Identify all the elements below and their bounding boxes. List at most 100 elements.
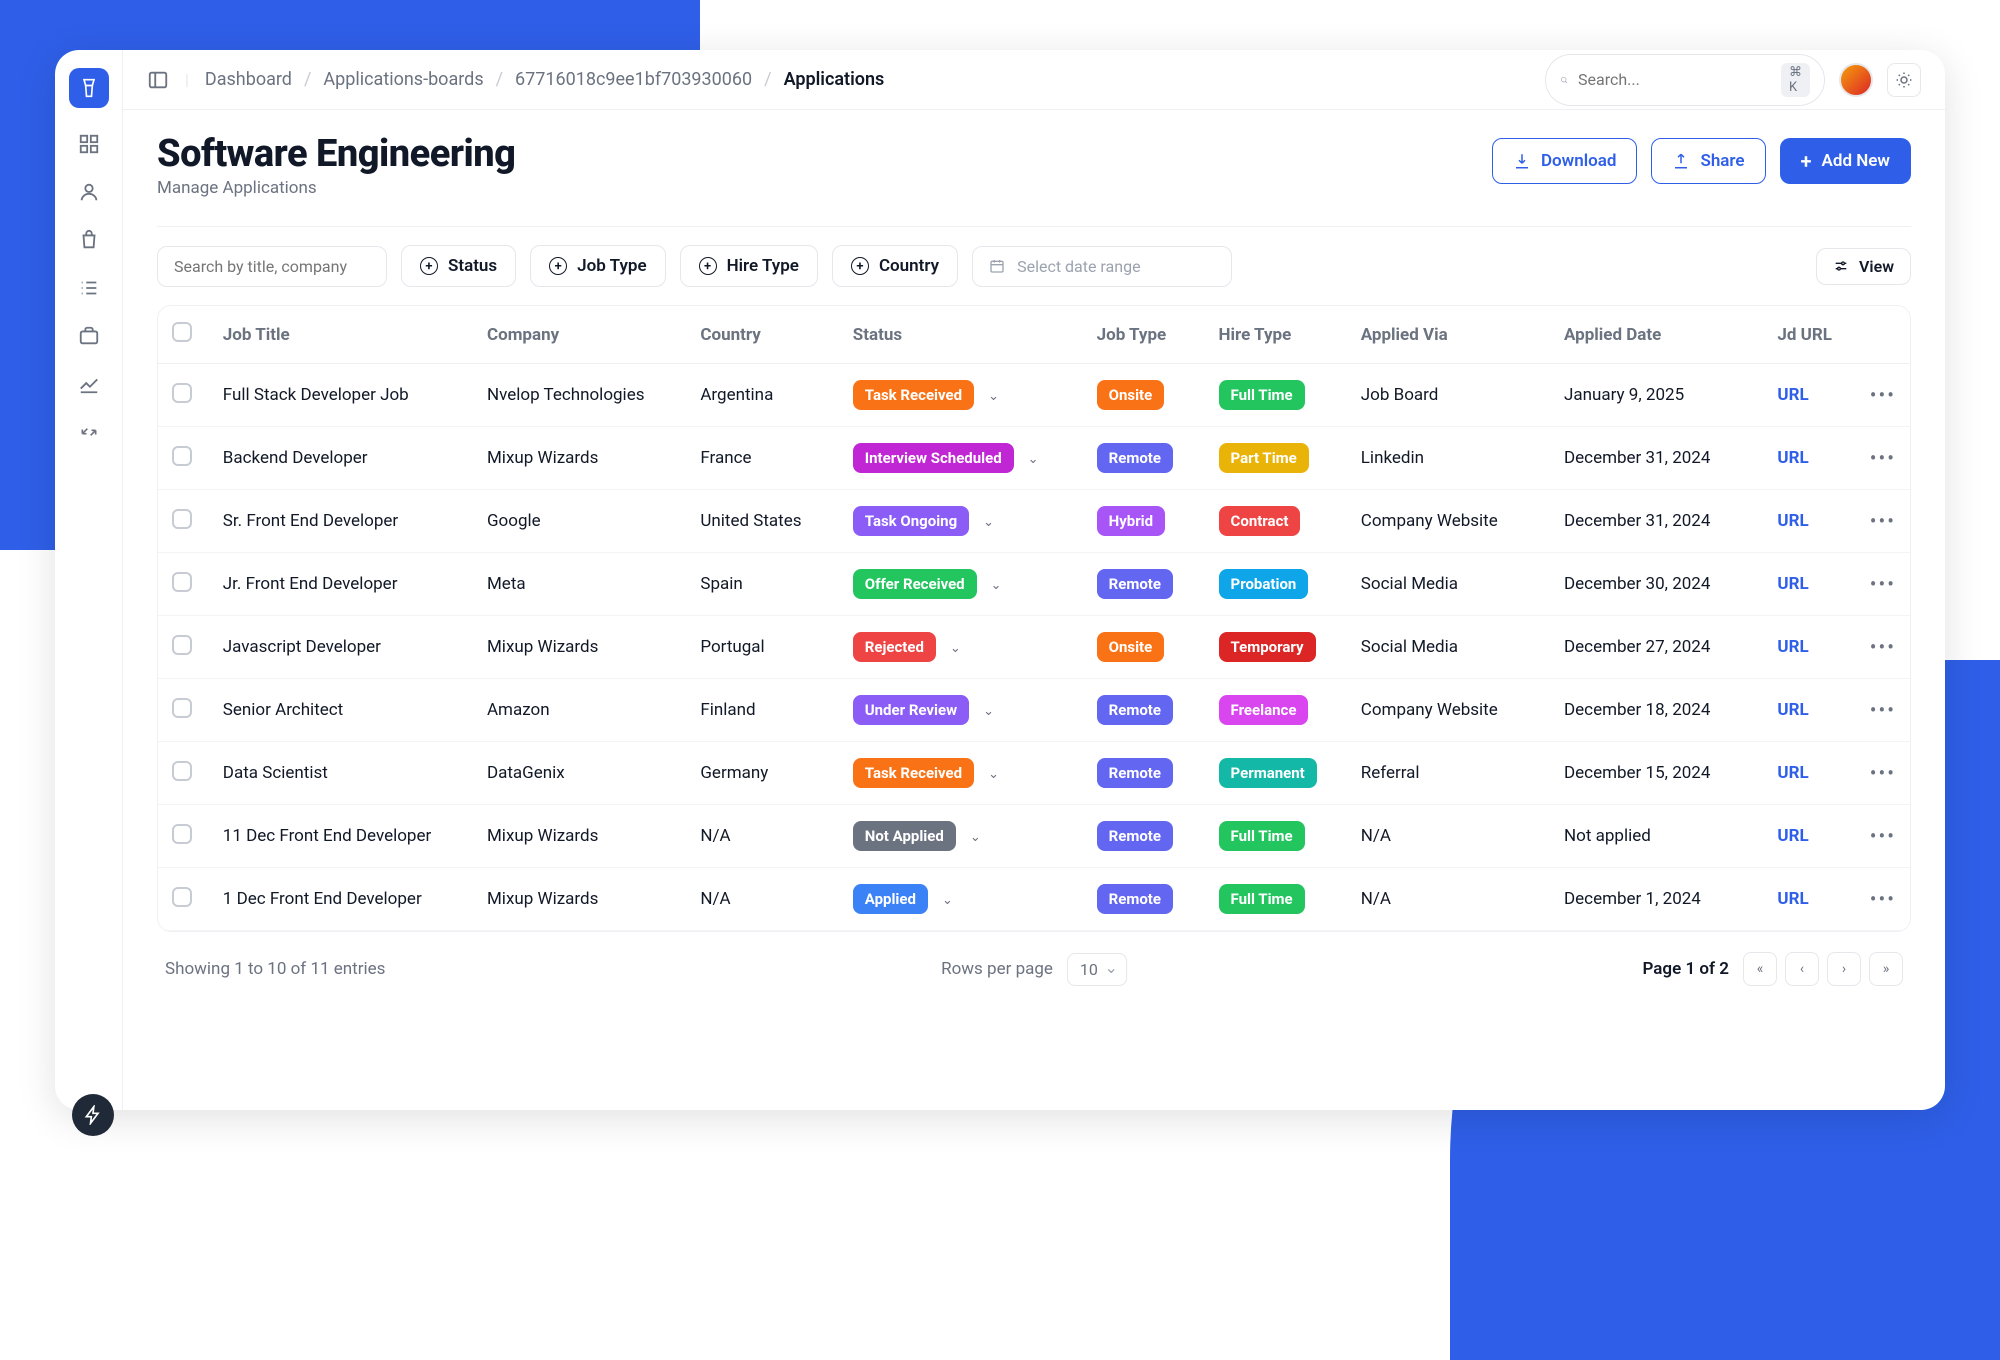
chevron-down-icon[interactable]: ⌄: [950, 641, 961, 656]
add-new-button[interactable]: + Add New: [1780, 138, 1911, 184]
col-header-via[interactable]: Applied Via: [1347, 306, 1550, 364]
status-badge[interactable]: Not Applied: [853, 821, 956, 851]
prev-page-button[interactable]: ‹: [1785, 952, 1819, 986]
filter-jobtype[interactable]: +Job Type: [530, 245, 665, 287]
user-icon[interactable]: [77, 180, 101, 204]
col-header-jobtype[interactable]: Job Type: [1083, 306, 1205, 364]
list-icon[interactable]: [77, 276, 101, 300]
row-menu-icon[interactable]: •••: [1870, 509, 1896, 533]
floating-action-button[interactable]: [72, 1094, 114, 1136]
bag-icon[interactable]: [77, 228, 101, 252]
panel-toggle-icon[interactable]: [147, 69, 169, 91]
briefcase-icon[interactable]: [77, 324, 101, 348]
jd-url-link[interactable]: URL: [1777, 448, 1808, 468]
chevron-down-icon[interactable]: ⌄: [991, 578, 1002, 593]
first-page-button[interactable]: «: [1743, 952, 1777, 986]
status-badge[interactable]: Applied: [853, 884, 928, 914]
last-page-button[interactable]: »: [1869, 952, 1903, 986]
row-menu-icon[interactable]: •••: [1870, 887, 1896, 911]
sidebar: [55, 50, 123, 1110]
breadcrumb-item[interactable]: 67716018c9ee1bf703930060: [515, 69, 752, 90]
rows-per-page-select[interactable]: 10: [1067, 953, 1127, 986]
filters: +Status +Job Type +Hire Type +Country Se…: [157, 245, 1911, 287]
theme-toggle-icon[interactable]: [1887, 63, 1921, 97]
jd-url-link[interactable]: URL: [1777, 574, 1808, 594]
status-badge[interactable]: Task Received: [853, 380, 974, 410]
status-badge[interactable]: Rejected: [853, 632, 936, 662]
filter-hiretype[interactable]: +Hire Type: [680, 245, 818, 287]
status-badge[interactable]: Task Received: [853, 758, 974, 788]
jd-url-link[interactable]: URL: [1777, 700, 1808, 720]
jd-url-link[interactable]: URL: [1777, 889, 1808, 909]
calendar-icon: [989, 258, 1005, 274]
chevron-down-icon[interactable]: ⌄: [983, 704, 994, 719]
row-menu-icon[interactable]: •••: [1870, 635, 1896, 659]
filter-country[interactable]: +Country: [832, 245, 958, 287]
topbar: | Dashboard/Applications-boards/67716018…: [123, 50, 1945, 110]
jd-url-link[interactable]: URL: [1777, 385, 1808, 405]
jd-url-link[interactable]: URL: [1777, 637, 1808, 657]
table-row: Javascript DeveloperMixup WizardsPortuga…: [158, 616, 1910, 679]
row-menu-icon[interactable]: •••: [1870, 761, 1896, 785]
breadcrumb-item[interactable]: Dashboard: [205, 69, 292, 90]
col-header-country[interactable]: Country: [686, 306, 838, 364]
chevron-down-icon[interactable]: ⌄: [1028, 452, 1039, 467]
chevron-down-icon[interactable]: ⌄: [988, 767, 999, 782]
next-page-button[interactable]: ›: [1827, 952, 1861, 986]
select-all-checkbox[interactable]: [172, 322, 192, 342]
row-checkbox[interactable]: [172, 446, 192, 466]
filter-search-input[interactable]: [157, 246, 387, 287]
row-menu-icon[interactable]: •••: [1870, 824, 1896, 848]
avatar[interactable]: [1839, 63, 1873, 97]
chevron-down-icon[interactable]: ⌄: [983, 515, 994, 530]
cell-country: Argentina: [686, 364, 838, 427]
row-menu-icon[interactable]: •••: [1870, 572, 1896, 596]
col-header-url[interactable]: Jd URL: [1763, 306, 1854, 364]
row-checkbox[interactable]: [172, 572, 192, 592]
row-checkbox[interactable]: [172, 635, 192, 655]
status-badge[interactable]: Offer Received: [853, 569, 977, 599]
row-checkbox[interactable]: [172, 761, 192, 781]
row-checkbox[interactable]: [172, 383, 192, 403]
filter-status[interactable]: +Status: [401, 245, 516, 287]
row-menu-icon[interactable]: •••: [1870, 446, 1896, 470]
cell-company: Mixup Wizards: [473, 868, 686, 931]
filter-date-range[interactable]: Select date range: [972, 246, 1232, 287]
table-row: Full Stack Developer JobNvelop Technolog…: [158, 364, 1910, 427]
row-checkbox[interactable]: [172, 824, 192, 844]
row-checkbox[interactable]: [172, 887, 192, 907]
col-header-hiretype[interactable]: Hire Type: [1205, 306, 1347, 364]
status-badge[interactable]: Task Ongoing: [853, 506, 969, 536]
status-badge[interactable]: Under Review: [853, 695, 969, 725]
chevron-down-icon[interactable]: ⌄: [970, 830, 981, 845]
row-checkbox[interactable]: [172, 698, 192, 718]
row-menu-icon[interactable]: •••: [1870, 698, 1896, 722]
breadcrumb-item[interactable]: Applications-boards: [323, 69, 483, 90]
cell-title: Jr. Front End Developer: [209, 553, 473, 616]
cell-company: Mixup Wizards: [473, 805, 686, 868]
view-button[interactable]: View: [1816, 248, 1911, 285]
row-menu-icon[interactable]: •••: [1870, 383, 1896, 407]
jd-url-link[interactable]: URL: [1777, 826, 1808, 846]
app-logo[interactable]: [69, 68, 109, 108]
search-input[interactable]: ⌘ K: [1545, 54, 1825, 106]
jd-url-link[interactable]: URL: [1777, 511, 1808, 531]
chevron-down-icon[interactable]: ⌄: [942, 893, 953, 908]
chart-icon[interactable]: [77, 372, 101, 396]
download-button[interactable]: Download: [1492, 138, 1637, 184]
chevron-down-icon[interactable]: ⌄: [988, 389, 999, 404]
cell-title: Full Stack Developer Job: [209, 364, 473, 427]
cell-title: Sr. Front End Developer: [209, 490, 473, 553]
row-checkbox[interactable]: [172, 509, 192, 529]
col-header-title[interactable]: Job Title: [209, 306, 473, 364]
dashboard-icon[interactable]: [77, 132, 101, 156]
breadcrumb-item[interactable]: Applications: [784, 69, 885, 90]
col-header-date[interactable]: Applied Date: [1550, 306, 1763, 364]
status-badge[interactable]: Interview Scheduled: [853, 443, 1014, 473]
col-header-company[interactable]: Company: [473, 306, 686, 364]
collapse-icon[interactable]: [77, 420, 101, 444]
col-header-status[interactable]: Status: [839, 306, 1083, 364]
share-button[interactable]: Share: [1651, 138, 1765, 184]
jobtype-badge: Remote: [1097, 884, 1173, 914]
jd-url-link[interactable]: URL: [1777, 763, 1808, 783]
